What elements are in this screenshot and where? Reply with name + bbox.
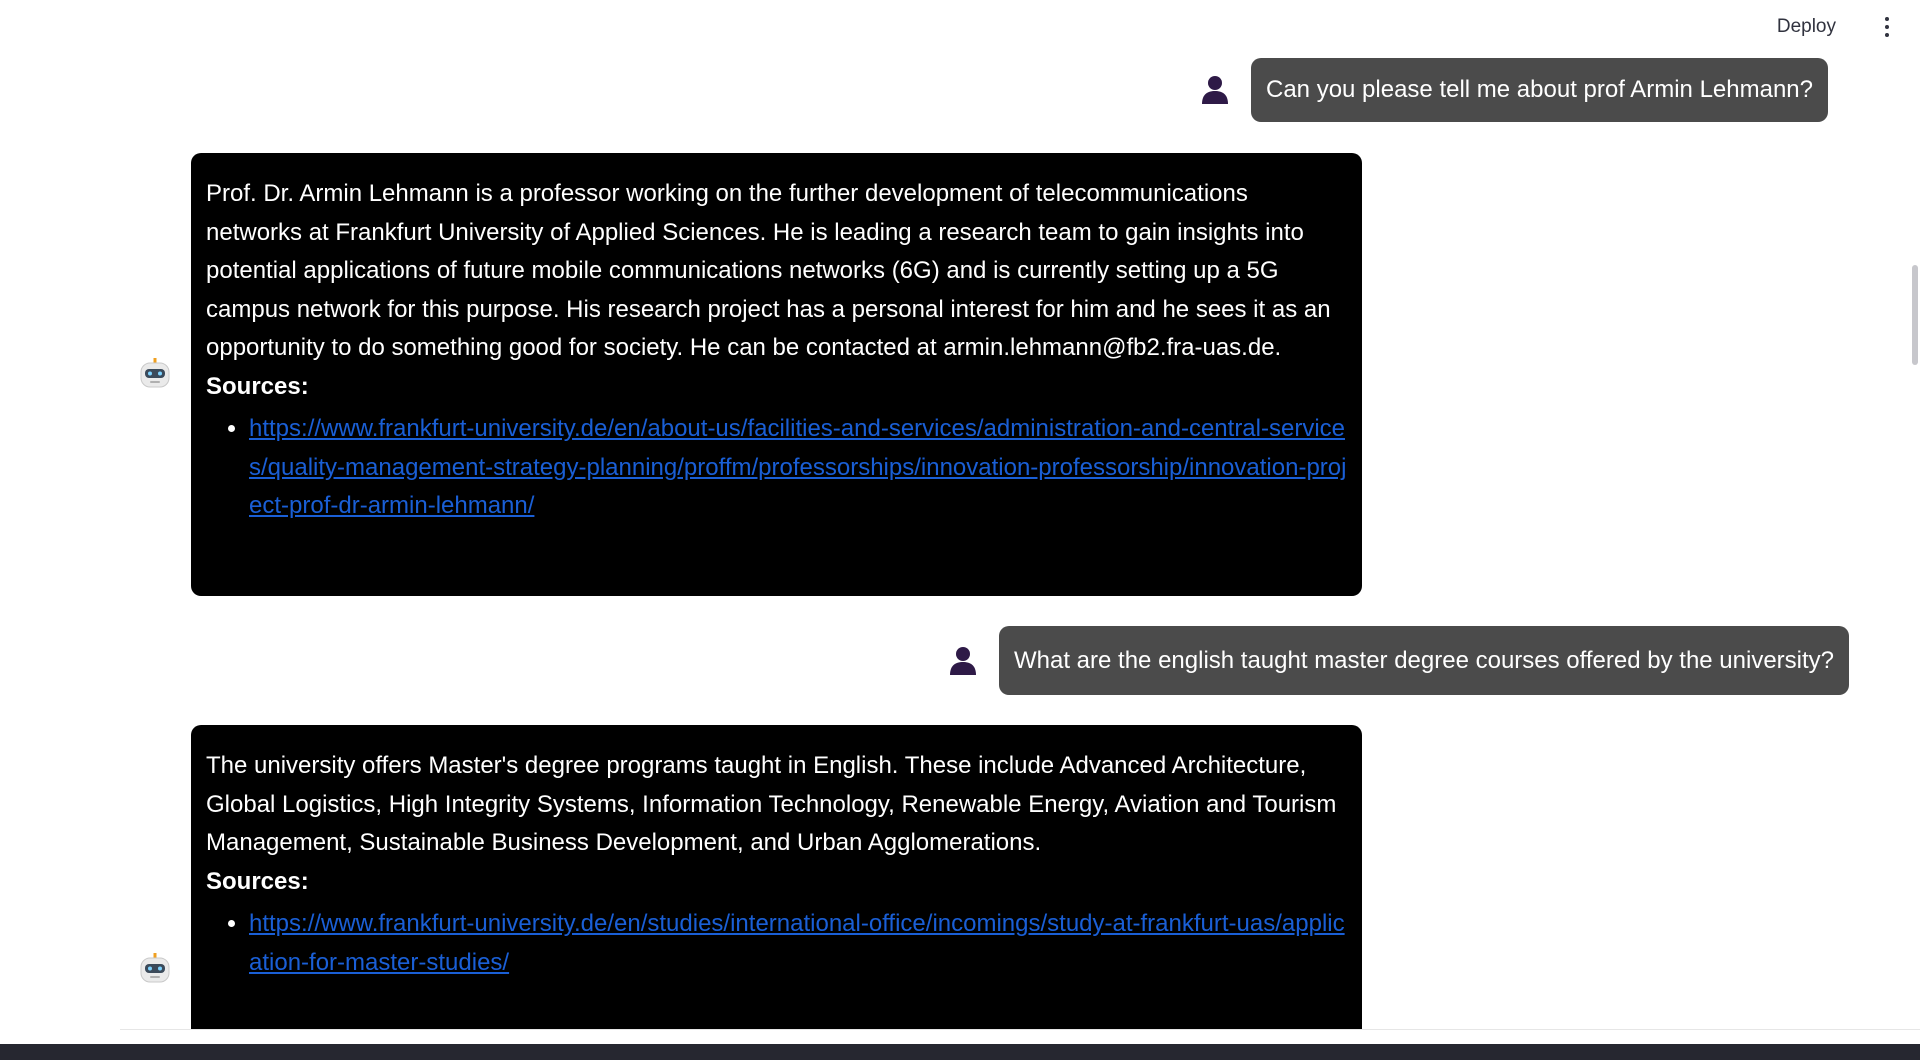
user-message-text: What are the english taught master degre… [1014,646,1835,674]
top-bar: Deploy [0,0,1920,52]
source-item: https://www.frankfurt-university.de/en/a… [249,410,1347,526]
assistant-message-text: Prof. Dr. Armin Lehmann is a professor w… [206,180,1331,361]
user-message-bubble: What are the english taught master degre… [999,626,1850,695]
main-menu-icon[interactable] [1872,12,1902,42]
robot-avatar-icon [140,953,170,983]
user-message-bubble: Can you please tell me about prof Armin … [1251,58,1828,122]
deploy-button[interactable]: Deploy [1767,13,1846,41]
source-link[interactable]: https://www.frankfurt-university.de/en/s… [249,910,1345,976]
user-avatar-icon [950,647,976,675]
sources-list: https://www.frankfurt-university.de/en/a… [206,410,1347,526]
robot-avatar-icon [140,358,170,388]
sources-heading: Sources: [206,372,309,400]
sources-list: https://www.frankfurt-university.de/en/s… [206,905,1347,982]
scrollbar-thumb[interactable] [1912,265,1918,365]
source-link[interactable]: https://www.frankfurt-university.de/en/a… [249,415,1346,519]
bottom-bar [0,1044,1920,1060]
assistant-message-bubble: Prof. Dr. Armin Lehmann is a professor w… [191,153,1362,596]
assistant-message-text: The university offers Master's degree pr… [206,752,1337,856]
scrollbar[interactable] [1908,52,1920,1028]
sources-heading: Sources: [206,867,309,895]
user-avatar-icon [1202,76,1228,104]
user-message-text: Can you please tell me about prof Armin … [1266,76,1813,103]
chat-input-divider [120,1029,1920,1030]
source-item: https://www.frankfurt-university.de/en/s… [249,905,1347,982]
assistant-message-bubble: The university offers Master's degree pr… [191,725,1362,1029]
